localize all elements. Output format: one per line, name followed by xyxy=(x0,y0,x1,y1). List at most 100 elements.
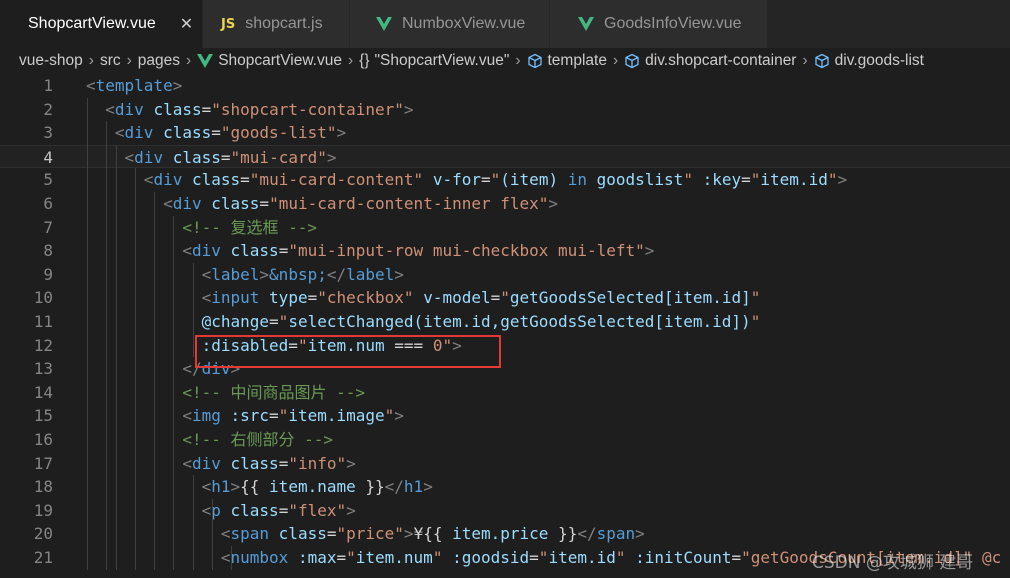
line-number: 18 xyxy=(33,477,53,497)
code-token: h1 xyxy=(211,477,231,497)
code-line[interactable]: 9 <label>&nbsp;</label> xyxy=(0,263,1010,287)
code-line[interactable]: 10 <input type="checkbox" v-model="getGo… xyxy=(0,286,1010,310)
code-token: div xyxy=(191,241,221,261)
close-tab-icon[interactable]: ✕ xyxy=(180,14,193,34)
breadcrumb-item-goods-list[interactable]: div.goods-list xyxy=(814,52,924,70)
code-token: = xyxy=(269,406,279,426)
line-number: 17 xyxy=(33,453,53,473)
breadcrumb-item-file[interactable]: ShopcartView.vue xyxy=(197,52,342,70)
code-token: < xyxy=(86,453,192,473)
code-line[interactable]: 12 :disabled="item.num === 0"> xyxy=(0,334,1010,358)
code-token: in xyxy=(567,170,587,190)
code-token: = xyxy=(220,147,231,167)
code-token: </ xyxy=(577,524,597,544)
breadcrumb-module-label: "ShopcartView.vue" xyxy=(374,52,510,69)
code-token: " xyxy=(346,548,356,567)
breadcrumb-item-pages[interactable]: pages xyxy=(138,52,180,70)
code-token: ¥{{ xyxy=(413,524,453,544)
code-token: </ xyxy=(326,264,347,284)
code-token: div xyxy=(153,170,183,190)
code-token: > xyxy=(635,524,645,544)
code-token: "mui-input-row mui-checkbox mui-left" xyxy=(288,241,645,261)
code-token: :initCount xyxy=(635,548,732,567)
code-line[interactable]: 20 <span class="price">¥{{ item.price }}… xyxy=(0,522,1010,546)
code-line[interactable]: 14 <!-- 中间商品图片 --> xyxy=(0,381,1010,405)
code-token: <!-- 右侧部分 --> xyxy=(86,430,334,449)
code-token: "shopcart-container" xyxy=(211,99,404,119)
code-token: class xyxy=(230,453,279,473)
code-line[interactable]: 6 <div class="mui-card-content-inner fle… xyxy=(0,192,1010,216)
tab-label: shopcart.js xyxy=(245,15,323,32)
code-token: h1 xyxy=(403,477,424,497)
code-line[interactable]: 1 <template> xyxy=(0,74,1010,98)
code-token: v-model xyxy=(423,288,491,308)
code-token: item.num xyxy=(355,548,433,567)
code-token: div xyxy=(124,123,154,143)
code-token: "info" xyxy=(288,453,347,473)
code-line[interactable]: 17 <div class="info"> xyxy=(0,452,1010,476)
cube-icon xyxy=(815,53,829,69)
code-token: (item) xyxy=(500,170,568,190)
breadcrumb-item-shopcart-container[interactable]: div.shopcart-container xyxy=(624,52,796,70)
code-line[interactable]: 13 </div> xyxy=(0,357,1010,381)
code-line[interactable]: 11 @change="selectChanged(item.id,getGoo… xyxy=(0,310,1010,334)
code-token: div xyxy=(114,99,144,119)
code-editor[interactable]: 1 <template> 2 <div class="shopcart-contai… xyxy=(0,74,1010,578)
indent-guide xyxy=(135,168,136,570)
line-number: 13 xyxy=(33,359,53,379)
code-text: <label>&nbsp;</label> xyxy=(86,263,404,287)
code-line[interactable]: 15 <img :src="item.image"> xyxy=(0,404,1010,428)
indent-guide xyxy=(193,262,194,358)
code-token: </ xyxy=(86,359,202,379)
indent-guide xyxy=(87,97,88,570)
breadcrumb-item-template[interactable]: template xyxy=(527,52,607,70)
code-token: span xyxy=(596,524,636,544)
code-token: div xyxy=(134,147,164,167)
line-number: 21 xyxy=(33,548,53,567)
code-token: < xyxy=(86,524,231,544)
code-token: " xyxy=(384,406,395,426)
tab-goodsinfoview-vue[interactable]: GoodsInfoView.vue xyxy=(550,0,768,48)
breadcrumb-item-src[interactable]: src xyxy=(100,52,121,70)
breadcrumb-item-vue-shop[interactable]: vue-shop xyxy=(19,52,83,70)
tab-label: ShopcartView.vue xyxy=(28,15,156,32)
code-token: div xyxy=(172,194,202,213)
tab-numboxview-vue[interactable]: NumboxView.vue xyxy=(350,0,550,48)
code-token: label xyxy=(346,264,395,284)
code-line[interactable]: 8 <div class="mui-input-row mui-checkbox… xyxy=(0,239,1010,263)
tab-shopcartview-vue[interactable]: ShopcartView.vue ✕ xyxy=(0,0,203,48)
code-line[interactable]: 4 <div class="mui-card"> xyxy=(0,144,1010,169)
line-number: 3 xyxy=(43,123,53,143)
code-token: "mui-card-content-inner flex" xyxy=(269,194,549,213)
code-text: @change="selectChanged(item.id,getGoodsS… xyxy=(86,310,761,334)
line-number: 10 xyxy=(33,288,53,308)
code-line[interactable]: 2 <div class="shopcart-container"> xyxy=(0,98,1010,122)
chevron-right-icon: › xyxy=(186,52,192,69)
code-line[interactable]: 16 <!-- 右侧部分 --> xyxy=(0,428,1010,452)
breadcrumb-item-module[interactable]: {} "ShopcartView.vue" xyxy=(359,52,509,70)
code-line[interactable]: 19 <p class="flex"> xyxy=(0,499,1010,523)
line-number: 1 xyxy=(43,76,53,95)
code-token: = xyxy=(336,548,347,567)
vue-file-icon xyxy=(197,54,214,68)
code-line[interactable]: 18 <h1>{{ item.name }}</h1> xyxy=(0,475,1010,499)
code-token: = xyxy=(201,99,212,119)
code-line[interactable]: 7 <!-- 复选框 --> xyxy=(0,216,1010,240)
line-number: 9 xyxy=(43,264,53,284)
code-token: " xyxy=(278,312,289,331)
tab-shopcart-js[interactable]: JS shopcart.js xyxy=(203,0,350,48)
code-token: " xyxy=(750,312,761,331)
code-token: > xyxy=(403,99,414,119)
code-token: </ xyxy=(384,477,404,497)
code-token: :key xyxy=(702,170,742,190)
code-token: selectChanged(item.id,getGoodsSelected[i… xyxy=(288,312,751,331)
code-line[interactable]: 5 <div class="mui-card-content" v-for="(… xyxy=(0,168,1010,192)
code-line[interactable]: 3 <div class="goods-list"> xyxy=(0,121,1010,145)
